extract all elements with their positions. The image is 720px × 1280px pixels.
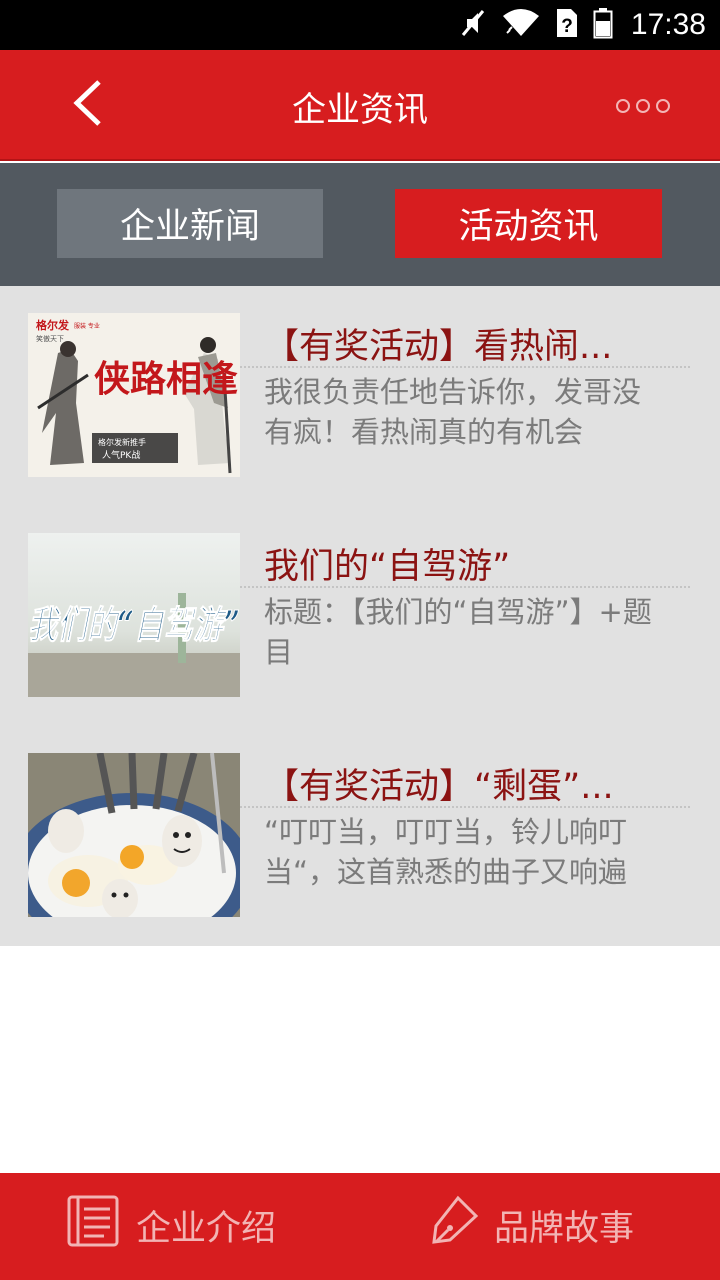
thumbnail-caption-2: 人气PK战 (102, 449, 140, 461)
status-icons: ? 17:38 (459, 6, 706, 44)
top-bar: 企业资讯 (0, 50, 720, 161)
thumbnail-headline: 侠路相逢 (94, 358, 238, 400)
thumbnail-brand: 格尔发 (36, 318, 70, 332)
list-item[interactable]: 我们的“自驾游” 我们的“自驾游” 标题：【我们的“自驾游”】+题目 (0, 506, 720, 726)
divider (240, 366, 690, 368)
tab-company-news[interactable]: 企业新闻 (57, 189, 323, 258)
sim-unknown-icon: ? (555, 7, 579, 43)
nav-brand-story[interactable]: 品牌故事 (428, 1195, 634, 1255)
more-button[interactable] (616, 90, 670, 122)
nav-label: 企业介绍 (136, 1208, 277, 1249)
thumbnail-caption-1: 格尔发新推手 (98, 437, 146, 447)
article-thumbnail: 我们的“自驾游” (28, 533, 240, 697)
nav-company-intro[interactable]: 企业介绍 (64, 1195, 276, 1255)
more-icon (616, 99, 630, 113)
document-icon (64, 1193, 122, 1258)
nav-label: 品牌故事 (494, 1208, 635, 1249)
status-time: 17:38 (630, 8, 706, 41)
article-summary: 我很负责任地告诉你，发哥没有疯！看热闹真的有机会 (264, 375, 642, 449)
article-thumbnail (28, 753, 240, 917)
svg-text:?: ? (561, 16, 573, 37)
thumbnail-text: 我们的“自驾游” (28, 602, 240, 647)
article-summary: “叮叮当，叮叮当，铃儿响叮当“，这首熟悉的曲子又响遍 (264, 815, 628, 889)
battery-icon (593, 7, 613, 43)
article-title: 【有奖活动】“剩蛋”... (264, 767, 614, 807)
status-bar: ? 17:38 (0, 0, 720, 50)
divider (240, 806, 690, 808)
list-item[interactable]: 【有奖活动】“剩蛋”... “叮叮当，叮叮当，铃儿响叮当“，这首熟悉的曲子又响遍 (0, 726, 720, 946)
pen-icon (428, 1194, 480, 1257)
tab-activity-news[interactable]: 活动资讯 (395, 189, 662, 258)
list-item[interactable]: 格尔发 服装 专业 笑傲天下 侠路相逢 格尔发新推手 人气PK战 【有奖活动】看… (0, 286, 720, 506)
article-summary: 标题：【我们的“自驾游”】+题目 (264, 595, 652, 669)
article-thumbnail: 格尔发 服装 专业 笑傲天下 侠路相逢 格尔发新推手 人气PK战 (28, 313, 240, 477)
tabs-bar: 企业新闻 活动资讯 (0, 163, 720, 286)
article-title: 【有奖活动】看热闹... (264, 327, 613, 367)
thumbnail-tagline: 笑傲天下 (36, 334, 64, 343)
mute-icon (459, 8, 487, 42)
article-title: 我们的“自驾游” (264, 547, 511, 587)
article-list: 格尔发 服装 专业 笑傲天下 侠路相逢 格尔发新推手 人气PK战 【有奖活动】看… (0, 286, 720, 946)
divider (240, 586, 690, 588)
page-title: 企业资讯 (292, 90, 428, 130)
thumbnail-brand-sub: 服装 专业 (74, 322, 100, 330)
wifi-icon (501, 8, 541, 42)
bottom-nav: 企业介绍 品牌故事 (0, 1173, 720, 1280)
